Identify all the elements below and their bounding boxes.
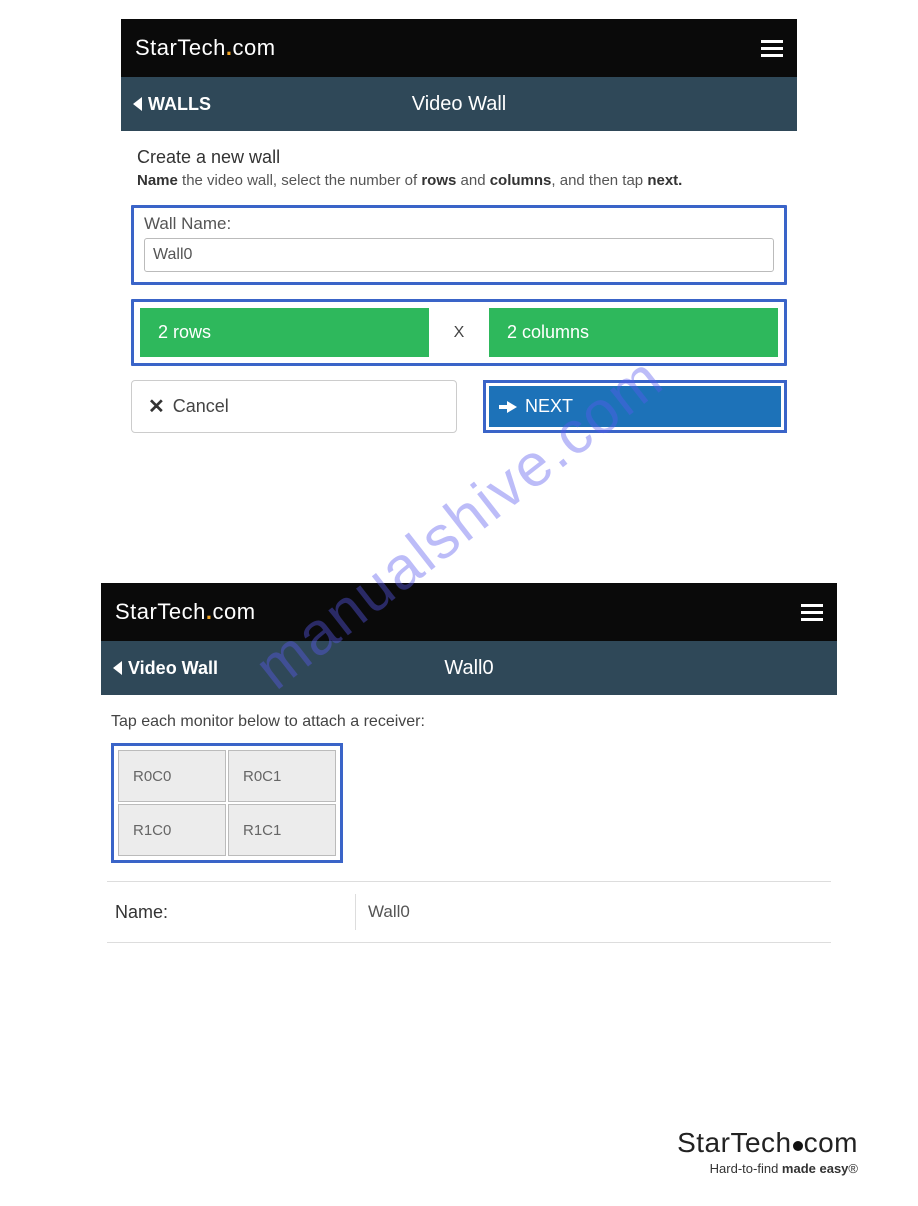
footer-tag-c: ® xyxy=(848,1161,858,1176)
app-topbar: StarTech.com xyxy=(121,19,797,77)
back-button[interactable]: WALLS xyxy=(133,94,211,115)
wall-name-label: Wall Name: xyxy=(144,214,774,234)
nav-subbar: Video Wall Wall0 xyxy=(101,641,837,695)
panel1-body: Create a new wall Name the video wall, s… xyxy=(121,131,797,451)
chevron-left-icon xyxy=(113,661,122,675)
screenshot-panel-2: StarTech.com Video Wall Wall0 Tap each m… xyxy=(100,582,838,944)
next-button[interactable]: NEXT xyxy=(489,386,781,427)
brand-text-a: StarTech xyxy=(135,35,226,60)
desc-bold-rows: rows xyxy=(421,172,456,189)
brand-text-a: StarTech xyxy=(115,599,206,624)
name-row: Name: Wall0 xyxy=(107,881,831,943)
brand-text-b: com xyxy=(232,35,275,60)
wall-name-highlight: Wall Name: xyxy=(131,205,787,285)
app-topbar: StarTech.com xyxy=(101,583,837,641)
monitor-grid: R0C0 R0C1 R1C0 R1C1 xyxy=(118,750,336,856)
next-highlight: NEXT xyxy=(483,380,787,433)
monitor-cell-r0c0[interactable]: R0C0 xyxy=(118,750,226,802)
section-heading: Create a new wall xyxy=(137,147,787,168)
grid-size-highlight: 2 rows X 2 columns xyxy=(131,299,787,366)
page-title: Video Wall xyxy=(121,93,797,116)
grid-size-row: 2 rows X 2 columns xyxy=(140,308,778,357)
back-label: Video Wall xyxy=(128,658,218,679)
desc-text: the video wall, select the number of xyxy=(178,172,421,189)
desc-text: , and then tap xyxy=(551,172,647,189)
menu-icon[interactable] xyxy=(761,36,783,61)
screenshot-panel-1: StarTech.com WALLS Video Wall Create a n… xyxy=(120,18,798,452)
back-button[interactable]: Video Wall xyxy=(113,658,218,679)
footer-tag-a: Hard-to-find xyxy=(710,1161,782,1176)
monitor-cell-r0c1[interactable]: R0C1 xyxy=(228,750,336,802)
footer-brand-b: com xyxy=(804,1127,858,1158)
monitor-grid-highlight: R0C0 R0C1 R1C0 R1C1 xyxy=(111,743,343,863)
name-label: Name: xyxy=(115,902,315,923)
rows-button[interactable]: 2 rows xyxy=(140,308,429,357)
brand-logo: StarTech.com xyxy=(135,35,276,61)
footer-tag-b: made easy xyxy=(782,1161,849,1176)
attach-instructions: Tap each monitor below to attach a recei… xyxy=(111,713,827,731)
nav-subbar: WALLS Video Wall xyxy=(121,77,797,131)
desc-text: and xyxy=(456,172,489,189)
cancel-button[interactable]: ✕ Cancel xyxy=(131,380,457,433)
brand-text-b: com xyxy=(212,599,255,624)
next-label: NEXT xyxy=(525,396,573,417)
back-label: WALLS xyxy=(148,94,211,115)
cancel-label: Cancel xyxy=(173,396,229,417)
monitor-cell-r1c1[interactable]: R1C1 xyxy=(228,804,336,856)
wall-name-input[interactable] xyxy=(144,238,774,272)
footer-brand: StarTech com xyxy=(677,1127,858,1159)
name-value[interactable]: Wall0 xyxy=(355,894,823,930)
footer-tagline: Hard-to-find made easy® xyxy=(677,1161,858,1176)
desc-bold-columns: columns xyxy=(490,172,552,189)
panel2-body: Tap each monitor below to attach a recei… xyxy=(101,695,837,943)
menu-icon[interactable] xyxy=(801,600,823,625)
action-row: ✕ Cancel NEXT xyxy=(131,380,787,433)
chevron-left-icon xyxy=(133,97,142,111)
desc-bold-name: Name xyxy=(137,172,178,189)
footer-brand-a: StarTech xyxy=(677,1127,792,1158)
close-icon: ✕ xyxy=(148,394,165,419)
desc-bold-next: next. xyxy=(647,172,682,189)
arrow-right-icon xyxy=(507,401,517,413)
brand-logo: StarTech.com xyxy=(115,599,256,625)
monitor-cell-r1c0[interactable]: R1C0 xyxy=(118,804,226,856)
grid-separator: X xyxy=(429,308,489,357)
footer-dot-icon xyxy=(793,1141,803,1151)
section-description: Name the video wall, select the number o… xyxy=(137,172,787,189)
footer-logo-block: StarTech com Hard-to-find made easy® xyxy=(677,1127,858,1176)
columns-button[interactable]: 2 columns xyxy=(489,308,778,357)
